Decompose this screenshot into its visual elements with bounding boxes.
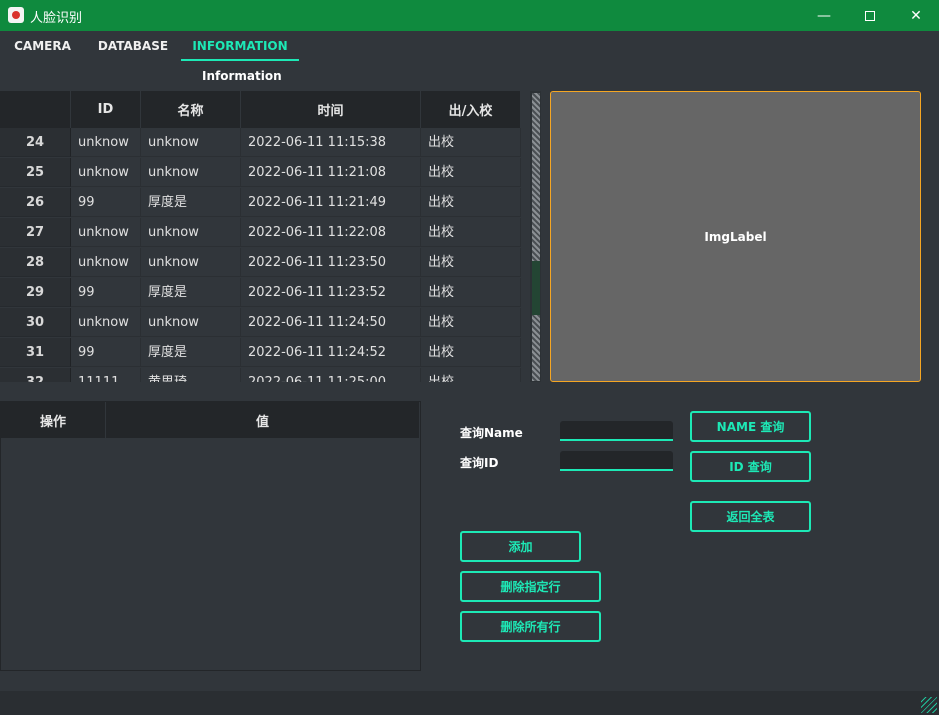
cell-time[interactable]: 2022-06-11 11:22:08 [241,218,421,247]
cell-direction[interactable]: 出校 [421,278,521,307]
name-query-button[interactable]: NAME 查询 [690,411,811,442]
cell-name[interactable]: unknow [141,218,241,247]
cell-id[interactable]: unknow [71,158,141,187]
resize-grip-icon[interactable] [921,697,937,713]
cell-direction[interactable]: 出校 [421,218,521,247]
cell-direction[interactable]: 出校 [421,158,521,187]
cell-id[interactable]: 99 [71,278,141,307]
column-header-direction[interactable]: 出/入校 [421,91,521,128]
cell-name[interactable]: 厚度是 [141,188,241,217]
cell-name[interactable]: unknow [141,248,241,277]
cell-time[interactable]: 2022-06-11 11:21:49 [241,188,421,217]
close-icon[interactable]: ✕ [893,0,939,31]
cell-id[interactable]: unknow [71,248,141,277]
query-name-input[interactable] [560,421,673,441]
column-header-operation[interactable]: 操作 [1,402,106,438]
column-header-name[interactable]: 名称 [141,91,241,128]
cell-id[interactable]: 99 [71,338,141,367]
row-number[interactable]: 32 [0,368,71,382]
row-number[interactable]: 29 [0,278,71,307]
cell-time[interactable]: 2022-06-11 11:24:50 [241,308,421,337]
cell-name[interactable]: unknow [141,158,241,187]
records-table[interactable]: ID 名称 时间 出/入校 24 unknow unknow 2022-06-11 1… [0,91,541,382]
add-button[interactable]: 添加 [460,531,581,562]
row-number[interactable]: 31 [0,338,71,367]
scrollbar-thumb[interactable] [532,261,540,315]
cell-time[interactable]: 2022-06-11 11:24:52 [241,338,421,367]
status-bar [0,691,939,715]
cell-id[interactable]: 11111 [71,368,141,382]
query-name-label: 查询Name [460,426,523,440]
image-preview: ImgLabel [550,91,921,382]
cell-name[interactable]: 厚度是 [141,338,241,367]
table-corner[interactable] [0,91,71,128]
cell-id[interactable]: unknow [71,218,141,247]
window-title: 人脸识别 [30,11,83,26]
tab-information[interactable]: INFORMATION [181,33,299,61]
column-header-time[interactable]: 时间 [241,91,421,128]
cell-name[interactable]: unknow [141,308,241,337]
maximize-icon[interactable] [847,0,893,31]
cell-direction[interactable]: 出校 [421,248,521,277]
scrollbar-track-upper[interactable] [532,93,540,261]
cell-time[interactable]: 2022-06-11 11:25:00 [241,368,421,382]
column-header-id[interactable]: ID [71,91,141,128]
cell-id[interactable]: unknow [71,308,141,337]
row-number[interactable]: 25 [0,158,71,187]
delete-all-button[interactable]: 删除所有行 [460,611,601,642]
tab-database[interactable]: DATABASE [85,33,181,61]
cell-time[interactable]: 2022-06-11 11:21:08 [241,158,421,187]
section-title: Information [202,69,282,83]
cell-time[interactable]: 2022-06-11 11:15:38 [241,128,421,157]
row-number[interactable]: 24 [0,128,71,157]
row-number[interactable]: 30 [0,308,71,337]
tab-camera[interactable]: CAMERA [0,33,85,61]
title-bar [0,0,939,31]
cell-direction[interactable]: 出校 [421,368,521,382]
column-header-value[interactable]: 值 [106,402,420,438]
cell-direction[interactable]: 出校 [421,308,521,337]
cell-direction[interactable]: 出校 [421,338,521,367]
query-id-input[interactable] [560,451,673,471]
row-number[interactable]: 28 [0,248,71,277]
image-label-text: ImgLabel [704,229,767,244]
delete-row-button[interactable]: 删除指定行 [460,571,601,602]
app-icon [8,7,24,23]
cell-name[interactable]: 黄思琦 [141,368,241,382]
cell-time[interactable]: 2022-06-11 11:23:50 [241,248,421,277]
scrollbar-track-lower[interactable] [532,315,540,381]
row-number[interactable]: 27 [0,218,71,247]
query-id-label: 查询ID [460,456,499,470]
cell-direction[interactable]: 出校 [421,128,521,157]
minimize-icon[interactable]: — [801,0,847,31]
cell-name[interactable]: 厚度是 [141,278,241,307]
cell-direction[interactable]: 出校 [421,188,521,217]
cell-id[interactable]: 99 [71,188,141,217]
cell-name[interactable]: unknow [141,128,241,157]
cell-time[interactable]: 2022-06-11 11:23:52 [241,278,421,307]
row-number[interactable]: 26 [0,188,71,217]
cell-id[interactable]: unknow [71,128,141,157]
return-all-button[interactable]: 返回全表 [690,501,811,532]
info-table[interactable]: 操作 值 [0,401,421,671]
id-query-button[interactable]: ID 查询 [690,451,811,482]
